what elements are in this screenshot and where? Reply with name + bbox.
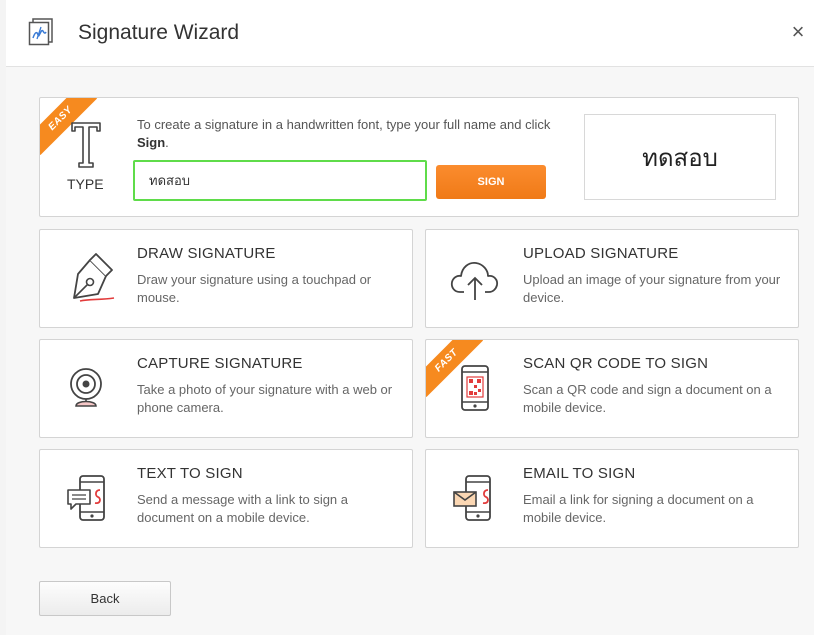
draw-signature-title: DRAW SIGNATURE — [137, 245, 276, 262]
pen-nib-icon — [62, 252, 116, 306]
type-signature-card: EASY TYPE To create a signature in a han… — [39, 97, 799, 217]
type-font-icon — [70, 121, 102, 169]
sign-button[interactable]: SIGN — [436, 165, 546, 199]
email-phone-icon — [448, 472, 502, 526]
scan-qr-option[interactable]: FAST SCAN QR CODE TO SIGN Scan a QR code… — [425, 339, 799, 438]
email-to-sign-option[interactable]: EMAIL TO SIGN Email a link for signing a… — [425, 449, 799, 548]
draw-signature-option[interactable]: DRAW SIGNATURE Draw your signature using… — [39, 229, 413, 328]
email-to-sign-title: EMAIL TO SIGN — [523, 465, 636, 482]
type-description: To create a signature in a handwritten f… — [137, 117, 551, 150]
back-button[interactable]: Back — [39, 581, 171, 616]
dialog-title: Signature Wizard — [78, 21, 240, 44]
text-to-sign-title: TEXT TO SIGN — [137, 465, 243, 482]
cloud-upload-icon — [448, 252, 502, 306]
draw-signature-description: Draw your signature using a touchpad or … — [137, 272, 372, 305]
signature-preview: ทดสอบ — [584, 114, 776, 200]
capture-signature-title: CAPTURE SIGNATURE — [137, 355, 303, 372]
sms-phone-icon — [62, 472, 116, 526]
full-name-input[interactable] — [133, 160, 427, 201]
signature-wizard-icon — [28, 18, 54, 46]
upload-signature-description: Upload an image of your signature from y… — [523, 272, 781, 305]
scan-qr-title: SCAN QR CODE TO SIGN — [523, 355, 709, 372]
capture-signature-description: Take a photo of your signature with a we… — [137, 382, 393, 415]
close-icon[interactable]: × — [788, 20, 808, 44]
webcam-icon — [62, 362, 116, 416]
dialog-header: Signature Wizard × — [6, 0, 814, 67]
upload-signature-option[interactable]: UPLOAD SIGNATURE Upload an image of your… — [425, 229, 799, 328]
upload-signature-title: UPLOAD SIGNATURE — [523, 245, 679, 262]
text-to-sign-description: Send a message with a link to sign a doc… — [137, 492, 349, 525]
email-to-sign-description: Email a link for signing a document on a… — [523, 492, 754, 525]
type-label: TYPE — [67, 176, 104, 192]
signature-wizard-dialog: Signature Wizard × EASY TYPE To create a… — [6, 0, 814, 635]
scan-qr-description: Scan a QR code and sign a document on a … — [523, 382, 772, 415]
text-to-sign-option[interactable]: TEXT TO SIGN Send a message with a link … — [39, 449, 413, 548]
capture-signature-option[interactable]: CAPTURE SIGNATURE Take a photo of your s… — [39, 339, 413, 438]
qr-phone-icon — [448, 362, 502, 416]
